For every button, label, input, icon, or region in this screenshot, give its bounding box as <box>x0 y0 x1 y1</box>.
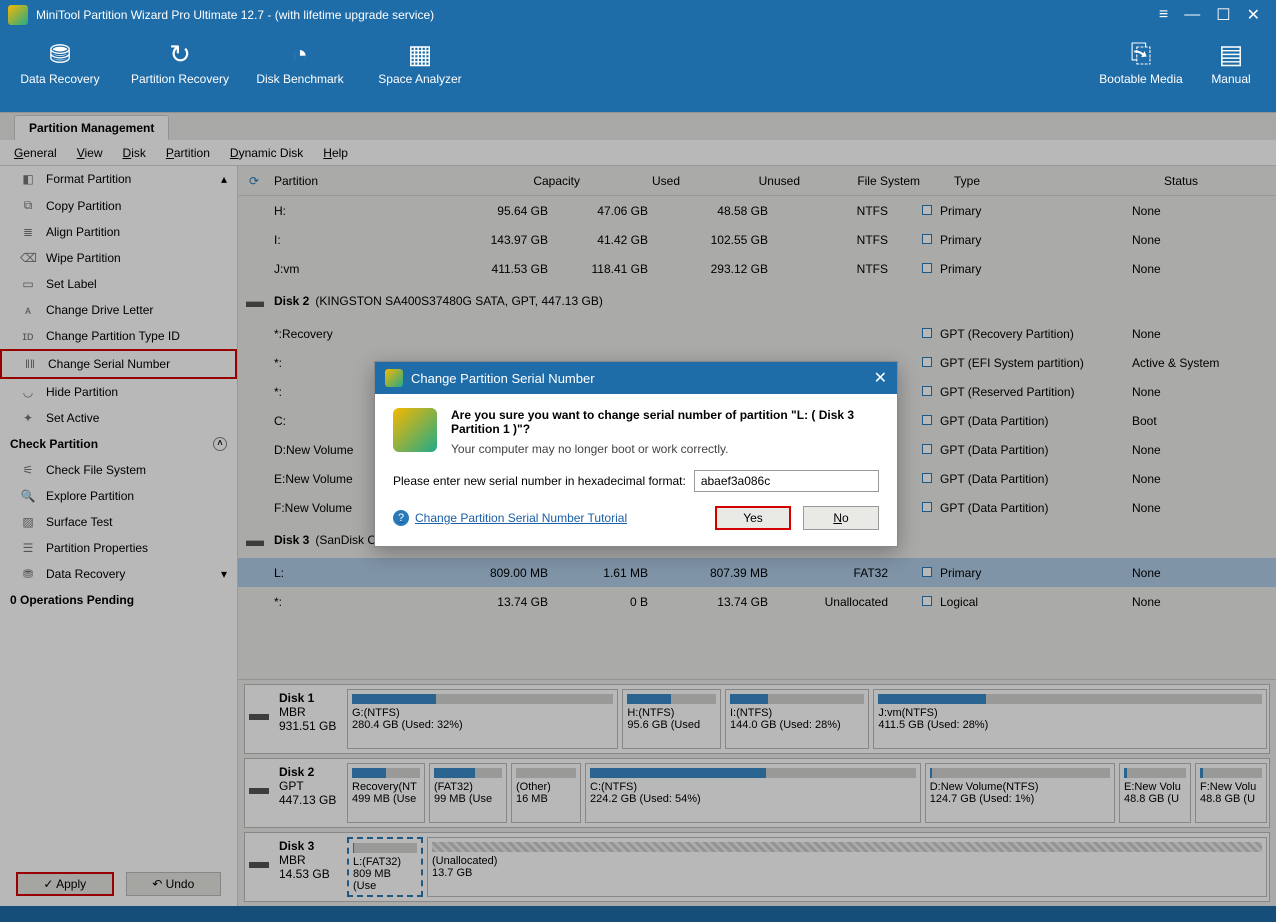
ribbon: ⛃Data Recovery ↻Partition Recovery ◔Disk… <box>0 30 1276 112</box>
maximize-icon[interactable]: ☐ <box>1208 5 1238 25</box>
yes-button[interactable]: Yes <box>715 506 791 530</box>
benchmark-icon: ◔ <box>240 36 360 72</box>
partition-recovery-icon: ↻ <box>120 36 240 72</box>
help-icon: ? <box>393 510 409 526</box>
close-icon[interactable]: ✕ <box>1239 5 1268 25</box>
partition-recovery-button[interactable]: ↻Partition Recovery <box>120 36 240 112</box>
disk-benchmark-button[interactable]: ◔Disk Benchmark <box>240 36 360 112</box>
dialog-title-bar: Change Partition Serial Number ✕ <box>375 362 897 394</box>
dialog-change-serial: Change Partition Serial Number ✕ Are you… <box>374 361 898 547</box>
dialog-close-icon[interactable]: ✕ <box>874 368 887 388</box>
drive-recovery-icon: ⛃ <box>0 36 120 72</box>
dialog-warning-bold: Are you sure you want to change serial n… <box>451 408 854 436</box>
data-recovery-button[interactable]: ⛃Data Recovery <box>0 36 120 112</box>
space-analyzer-button[interactable]: ▦Space Analyzer <box>360 36 480 112</box>
dialog-title: Change Partition Serial Number <box>411 371 595 386</box>
serial-input[interactable] <box>694 470 879 492</box>
title-bar: MiniTool Partition Wizard Pro Ultimate 1… <box>0 0 1276 30</box>
analyzer-icon: ▦ <box>360 36 480 72</box>
bootable-media-button[interactable]: ⎘Bootable Media <box>1096 36 1186 112</box>
tutorial-link[interactable]: ?Change Partition Serial Number Tutorial <box>393 510 627 526</box>
app-logo-icon <box>8 5 28 25</box>
window-title: MiniTool Partition Wizard Pro Ultimate 1… <box>36 8 1151 22</box>
book-icon: ▤ <box>1186 36 1276 72</box>
menu-icon[interactable]: ≡ <box>1151 6 1176 24</box>
app-logo-icon <box>385 369 403 387</box>
manual-button[interactable]: ▤Manual <box>1186 36 1276 112</box>
warning-icon <box>393 408 437 452</box>
usb-icon: ⎘ <box>1096 36 1186 72</box>
dialog-warning-sub: Your computer may no longer boot or work… <box>451 442 879 456</box>
serial-input-label: Please enter new serial number in hexade… <box>393 474 686 488</box>
minimize-icon[interactable]: — <box>1176 6 1208 24</box>
no-button[interactable]: No <box>803 506 879 530</box>
